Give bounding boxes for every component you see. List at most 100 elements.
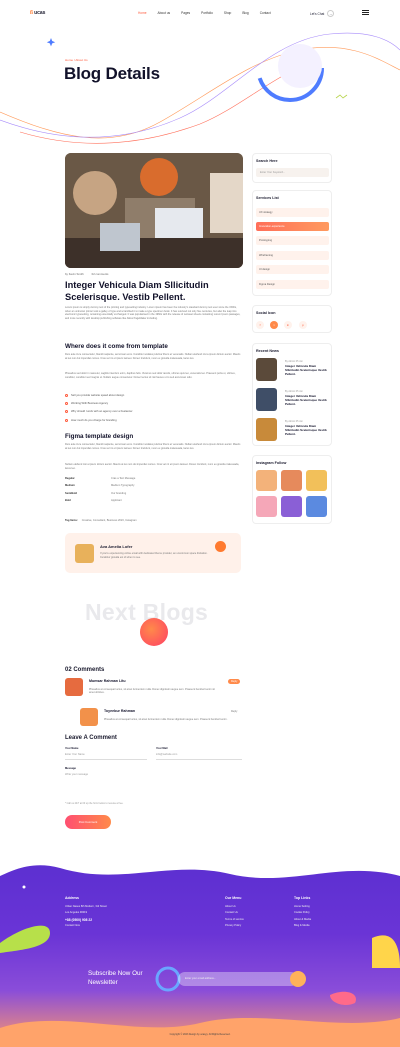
copyright: Copyright © 2023 Design by ucasyy. All R… bbox=[169, 1033, 231, 1036]
facebook-icon[interactable]: f bbox=[256, 321, 264, 329]
tag-list: Tag Items: Creative, Consultant, Business… bbox=[65, 519, 137, 522]
check-icon bbox=[65, 410, 68, 414]
leave-comment-title: Leave A Comment bbox=[65, 735, 117, 741]
service-item[interactable]: Figma Design bbox=[256, 280, 329, 289]
news-title[interactable]: Integer Vehicula Diam Sllicitudin Sceler… bbox=[285, 364, 331, 377]
menu-item-about[interactable]: About us bbox=[158, 11, 171, 15]
footer: Address Urban Nases 8th Modern, 3rd Stre… bbox=[0, 858, 400, 1047]
comment-author: Mumsar Rahman Litu bbox=[89, 679, 126, 683]
author-avatar bbox=[75, 544, 94, 563]
post-author[interactable]: by Kevin Smith bbox=[65, 272, 84, 276]
page: ß ucas Home About us Pages Portfolio Shop… bbox=[0, 0, 400, 1047]
service-item-active[interactable]: Innovation-experience bbox=[256, 222, 329, 231]
mail-field[interactable]: Your Mail info@website.com bbox=[156, 747, 242, 760]
spec-value: Applicant bbox=[111, 498, 122, 502]
instagram-photo[interactable] bbox=[281, 470, 302, 491]
check-text: How much do you charge for branding bbox=[71, 418, 117, 422]
avatar bbox=[65, 678, 83, 696]
logo[interactable]: ß ucas bbox=[30, 10, 45, 16]
check-text: Sell you provide website speed about des… bbox=[71, 393, 125, 397]
author-card: Ava Amelia Lofer If you're experiencing … bbox=[65, 533, 241, 573]
check-item: Sell you provide website speed about des… bbox=[65, 391, 133, 399]
service-item[interactable]: Wireframing bbox=[256, 251, 329, 260]
reply-button[interactable]: Reply bbox=[228, 679, 241, 684]
instagram-photo[interactable] bbox=[281, 496, 302, 517]
news-title[interactable]: Integer Vehicula Diam Sllicitudin Sceler… bbox=[285, 424, 331, 437]
name-input[interactable]: Enter Your Name bbox=[65, 753, 147, 756]
check-text: Why should I work with an agency over a … bbox=[71, 410, 133, 414]
linkedin-icon[interactable]: in bbox=[284, 321, 292, 329]
newsletter-email-input[interactable]: Enter your email address... bbox=[178, 972, 298, 986]
check-item: Working With Business Agency bbox=[65, 399, 133, 407]
instagram-photo[interactable] bbox=[256, 496, 277, 517]
check-text: Working With Business Agency bbox=[71, 401, 109, 405]
menu-item-shop[interactable]: Shop bbox=[224, 11, 231, 15]
check-icon bbox=[65, 393, 68, 397]
spec-key: Bold bbox=[65, 498, 71, 502]
check-icon bbox=[65, 401, 68, 405]
check-icon bbox=[65, 418, 68, 422]
breadcrumb[interactable]: Home / About Us bbox=[65, 58, 88, 62]
menu-item-home[interactable]: Home bbox=[138, 11, 147, 15]
paragraph-3: Duis aute irure consectetur, blandit sap… bbox=[65, 443, 241, 450]
mail-input[interactable]: info@website.com bbox=[156, 753, 242, 756]
instagram-photo[interactable] bbox=[306, 470, 327, 491]
pinterest-icon[interactable]: p bbox=[299, 321, 307, 329]
news-item[interactable]: By Admin 05 Jun Integer Vehicula Diam Sll… bbox=[256, 388, 332, 414]
quote-icon bbox=[215, 541, 226, 552]
menu-item-contact[interactable]: Contact bbox=[260, 11, 271, 15]
message-field[interactable]: Message Write your message bbox=[65, 767, 243, 776]
chat-button[interactable]: Let's Chat → bbox=[310, 10, 335, 17]
news-thumb bbox=[256, 388, 277, 411]
message-input[interactable]: Write your message bbox=[65, 773, 243, 776]
services-widget: Services List UX strategy Innovation-exp… bbox=[252, 190, 332, 296]
news-item[interactable]: By Admin 05 Jun Integer Vehicula Diam Sll… bbox=[256, 358, 332, 384]
news-meta: By Admin 05 Jun bbox=[285, 360, 303, 363]
comment-text: Phasellus at consequat luctus, sit amet … bbox=[104, 718, 228, 721]
post-comment-button[interactable]: Post Comment bbox=[65, 815, 111, 829]
footer-address: Address Urban Nases 8th Modern, 3rd Stre… bbox=[65, 895, 145, 929]
service-item[interactable]: UX strategy bbox=[256, 208, 329, 217]
menu-item-pages[interactable]: Pages bbox=[181, 11, 190, 15]
menu-item-blog[interactable]: Blog bbox=[242, 11, 248, 15]
next-blogs-button[interactable] bbox=[140, 618, 168, 646]
comments-title: 02 Comments bbox=[65, 667, 105, 673]
reply-button[interactable]: Reply bbox=[231, 710, 237, 713]
service-item[interactable]: UI design bbox=[256, 265, 329, 274]
logo-mark: ß bbox=[30, 10, 34, 16]
recent-news-title: Recent News bbox=[256, 349, 279, 353]
top-nav: ß ucas Home About us Pages Portfolio Shop… bbox=[0, 0, 400, 24]
paragraph-4: Nullam eleifend nisi a ipsum dictum auct… bbox=[65, 463, 240, 470]
footer-support[interactable]: Contact Now bbox=[65, 923, 145, 929]
footer-link[interactable]: Privacy Policy bbox=[225, 923, 275, 929]
tags-text[interactable]: Creative, Consultant, Business 2023, Ins… bbox=[82, 519, 137, 522]
instagram-photo[interactable] bbox=[256, 470, 277, 491]
heading-figma: Figma template design bbox=[65, 433, 134, 440]
twitter-icon[interactable]: t bbox=[270, 321, 278, 329]
links-title: Top Links bbox=[294, 896, 311, 900]
social-widget: Social Icon f t in p bbox=[252, 305, 332, 333]
paragraph-1: Duis aute irure consectetur, blandit sap… bbox=[65, 353, 241, 360]
post-comment-count[interactable]: 02 comments bbox=[92, 272, 109, 276]
menu-item-portfolio[interactable]: Portfolio bbox=[201, 11, 213, 15]
news-meta: By Admin 05 Jun bbox=[285, 390, 303, 393]
service-item[interactable]: Prototyping bbox=[256, 236, 329, 245]
subscribe-button[interactable] bbox=[290, 971, 306, 987]
chat-label: Let's Chat bbox=[310, 11, 325, 16]
instagram-title: Instagram Follow bbox=[256, 461, 287, 465]
comment-author: Toyeebur Rahman bbox=[104, 709, 136, 713]
instagram-photo[interactable] bbox=[306, 496, 327, 517]
check-item: Why should I work with an agency over a … bbox=[65, 408, 133, 416]
footer-decoration bbox=[0, 858, 400, 1047]
name-field[interactable]: Your Name Enter Your Name bbox=[65, 747, 147, 760]
news-item[interactable]: By Admin 05 Jun Integer Vehicula Diam Sll… bbox=[256, 418, 332, 444]
search-widget: Search Here Enter Your Keyword... bbox=[252, 153, 332, 183]
heading-where: Where does it come from template bbox=[65, 343, 168, 350]
spec-row: Bold Applicant bbox=[65, 499, 135, 506]
author-name: Ava Amelia Lofer bbox=[100, 544, 133, 549]
search-input[interactable]: Enter Your Keyword... bbox=[256, 168, 329, 177]
hamburger-icon[interactable] bbox=[362, 10, 369, 15]
news-title[interactable]: Integer Vehicula Diam Sllicitudin Sceler… bbox=[285, 394, 331, 407]
recent-news-widget: Recent News By Admin 05 Jun Integer Vehic… bbox=[252, 343, 332, 446]
footer-link[interactable]: Blog & Media bbox=[294, 923, 344, 929]
